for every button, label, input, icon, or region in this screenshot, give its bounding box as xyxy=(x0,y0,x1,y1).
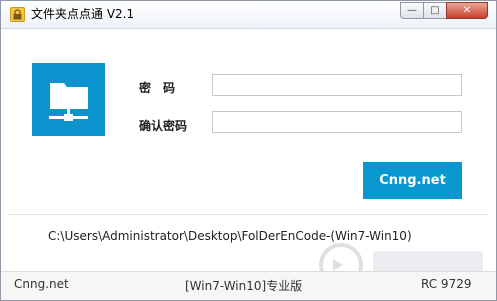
minimize-icon: — xyxy=(407,5,417,16)
confirm-password-field[interactable] xyxy=(212,111,462,133)
confirm-password-label: 确认密码 xyxy=(139,119,188,133)
divider xyxy=(9,214,488,215)
maximize-button[interactable]: □ xyxy=(423,2,447,19)
network-folder-logo xyxy=(32,63,105,136)
window-title: 文件夹点点通 V2.1 xyxy=(31,7,135,21)
close-icon: ✕ xyxy=(462,5,472,16)
close-button[interactable]: ✕ xyxy=(446,2,488,19)
title-bar[interactable]: 文件夹点点通 V2.1 — □ ✕ xyxy=(1,1,496,29)
maximize-icon: □ xyxy=(430,5,440,16)
status-build: RC 9729 xyxy=(421,277,472,291)
status-edition: [Win7-Win10]专业版 xyxy=(185,279,303,293)
network-folder-icon xyxy=(49,83,88,121)
password-field[interactable] xyxy=(212,74,462,96)
window-controls: — □ ✕ xyxy=(400,2,488,19)
status-site: Cnng.net xyxy=(14,277,69,291)
status-bar: Cnng.net [Win7-Win10]专业版 RC 9729 xyxy=(1,271,496,300)
minimize-button[interactable]: — xyxy=(400,2,424,19)
folder-path: C:\Users\Administrator\Desktop\FolDerEnC… xyxy=(48,229,412,243)
password-label: 密 码 xyxy=(139,81,176,95)
app-lock-icon xyxy=(10,7,25,22)
app-window: 文件夹点点通 V2.1 — □ ✕ 密 码 确认密码 Cnng.net C:\U… xyxy=(0,0,497,301)
cnng-button[interactable]: Cnng.net xyxy=(363,162,462,199)
